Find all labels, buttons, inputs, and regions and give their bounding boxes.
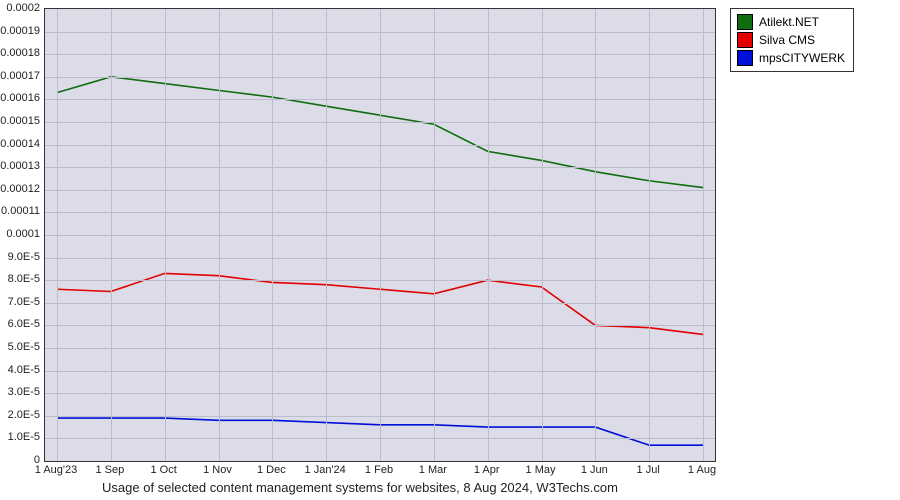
y-tick-label: 0.00014: [0, 138, 40, 150]
y-tick-label: 0.00016: [0, 92, 40, 104]
grid-line: [703, 9, 704, 461]
x-tick-label: 1 Apr: [474, 464, 500, 476]
y-tick-label: 0.00013: [0, 160, 40, 172]
y-tick-label: 5.0E-5: [0, 341, 40, 353]
legend-label: Silva CMS: [759, 31, 815, 49]
x-tick-label: 1 May: [526, 464, 556, 476]
grid-line: [488, 9, 489, 461]
legend-label: Atilekt.NET: [759, 13, 819, 31]
legend: Atilekt.NETSilva CMSmpsCITYWERK: [730, 8, 854, 72]
legend-swatch: [737, 14, 753, 30]
grid-line: [272, 9, 273, 461]
y-tick-label: 4.0E-5: [0, 364, 40, 376]
legend-swatch: [737, 50, 753, 66]
y-tick-label: 0.00011: [0, 205, 40, 217]
grid-line: [649, 9, 650, 461]
grid-line: [380, 9, 381, 461]
grid-line: [57, 9, 58, 461]
y-tick-label: 9.0E-5: [0, 251, 40, 263]
grid-line: [542, 9, 543, 461]
y-tick-label: 6.0E-5: [0, 318, 40, 330]
x-tick-label: 1 Jul: [637, 464, 660, 476]
y-tick-label: 2.0E-5: [0, 409, 40, 421]
y-tick-label: 0.00017: [0, 70, 40, 82]
legend-item: Atilekt.NET: [737, 13, 845, 31]
grid-line: [326, 9, 327, 461]
legend-item: Silva CMS: [737, 31, 845, 49]
x-tick-label: 1 Aug: [688, 464, 716, 476]
y-tick-label: 1.0E-5: [0, 431, 40, 443]
x-tick-label: 1 Sep: [95, 464, 124, 476]
x-tick-label: 1 Nov: [203, 464, 232, 476]
x-tick-label: 1 Feb: [365, 464, 393, 476]
legend-label: mpsCITYWERK: [759, 49, 845, 67]
y-tick-label: 0.00012: [0, 183, 40, 195]
legend-item: mpsCITYWERK: [737, 49, 845, 67]
y-tick-label: 0.00015: [0, 115, 40, 127]
y-tick-label: 0.00019: [0, 25, 40, 37]
x-tick-label: 1 Jun: [581, 464, 608, 476]
grid-line: [111, 9, 112, 461]
grid-line: [165, 9, 166, 461]
y-tick-label: 0.0001: [0, 228, 40, 240]
x-tick-label: 1 Mar: [419, 464, 447, 476]
y-tick-label: 8.0E-5: [0, 273, 40, 285]
grid-line: [219, 9, 220, 461]
y-tick-label: 7.0E-5: [0, 296, 40, 308]
x-tick-label: 1 Dec: [257, 464, 286, 476]
y-tick-label: 0.0002: [0, 2, 40, 14]
legend-swatch: [737, 32, 753, 48]
x-tick-label: 1 Aug'23: [35, 464, 77, 476]
y-tick-label: 3.0E-5: [0, 386, 40, 398]
chart-caption: Usage of selected content management sys…: [0, 480, 720, 495]
y-tick-label: 0.00018: [0, 47, 40, 59]
grid-line: [595, 9, 596, 461]
x-tick-label: 1 Oct: [151, 464, 177, 476]
grid-line: [434, 9, 435, 461]
x-tick-label: 1 Jan'24: [305, 464, 346, 476]
